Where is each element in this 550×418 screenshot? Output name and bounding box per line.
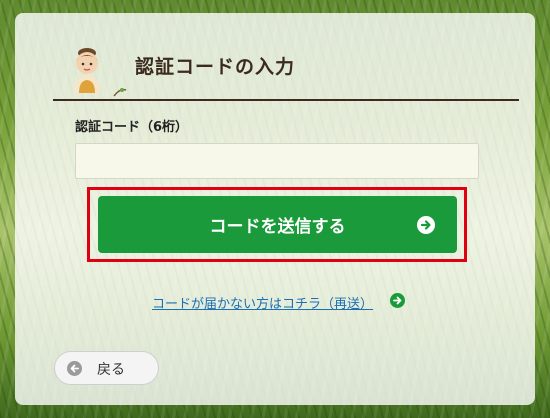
title-divider: [53, 99, 519, 101]
leaf-ornament-icon: [113, 88, 127, 97]
send-code-button-label: コードを送信する: [209, 217, 346, 237]
verification-code-input[interactable]: [75, 143, 479, 179]
arrow-circle-right-icon[interactable]: [390, 293, 405, 308]
back-button[interactable]: 戻る: [54, 351, 159, 385]
send-code-button[interactable]: コードを送信する: [98, 196, 457, 253]
resend-code-link[interactable]: コードが届かない方はコチラ（再送）: [152, 293, 373, 312]
arrow-circle-right-icon: [417, 216, 435, 234]
code-field-label: 認証コード（6桁）: [75, 120, 189, 135]
page-title: 認証コードの入力: [135, 56, 296, 78]
arrow-circle-left-icon: [67, 361, 82, 376]
page-header: 認証コードの入力: [53, 41, 519, 101]
mascot-avatar-icon: [74, 48, 100, 93]
back-button-label: 戻る: [97, 362, 125, 378]
